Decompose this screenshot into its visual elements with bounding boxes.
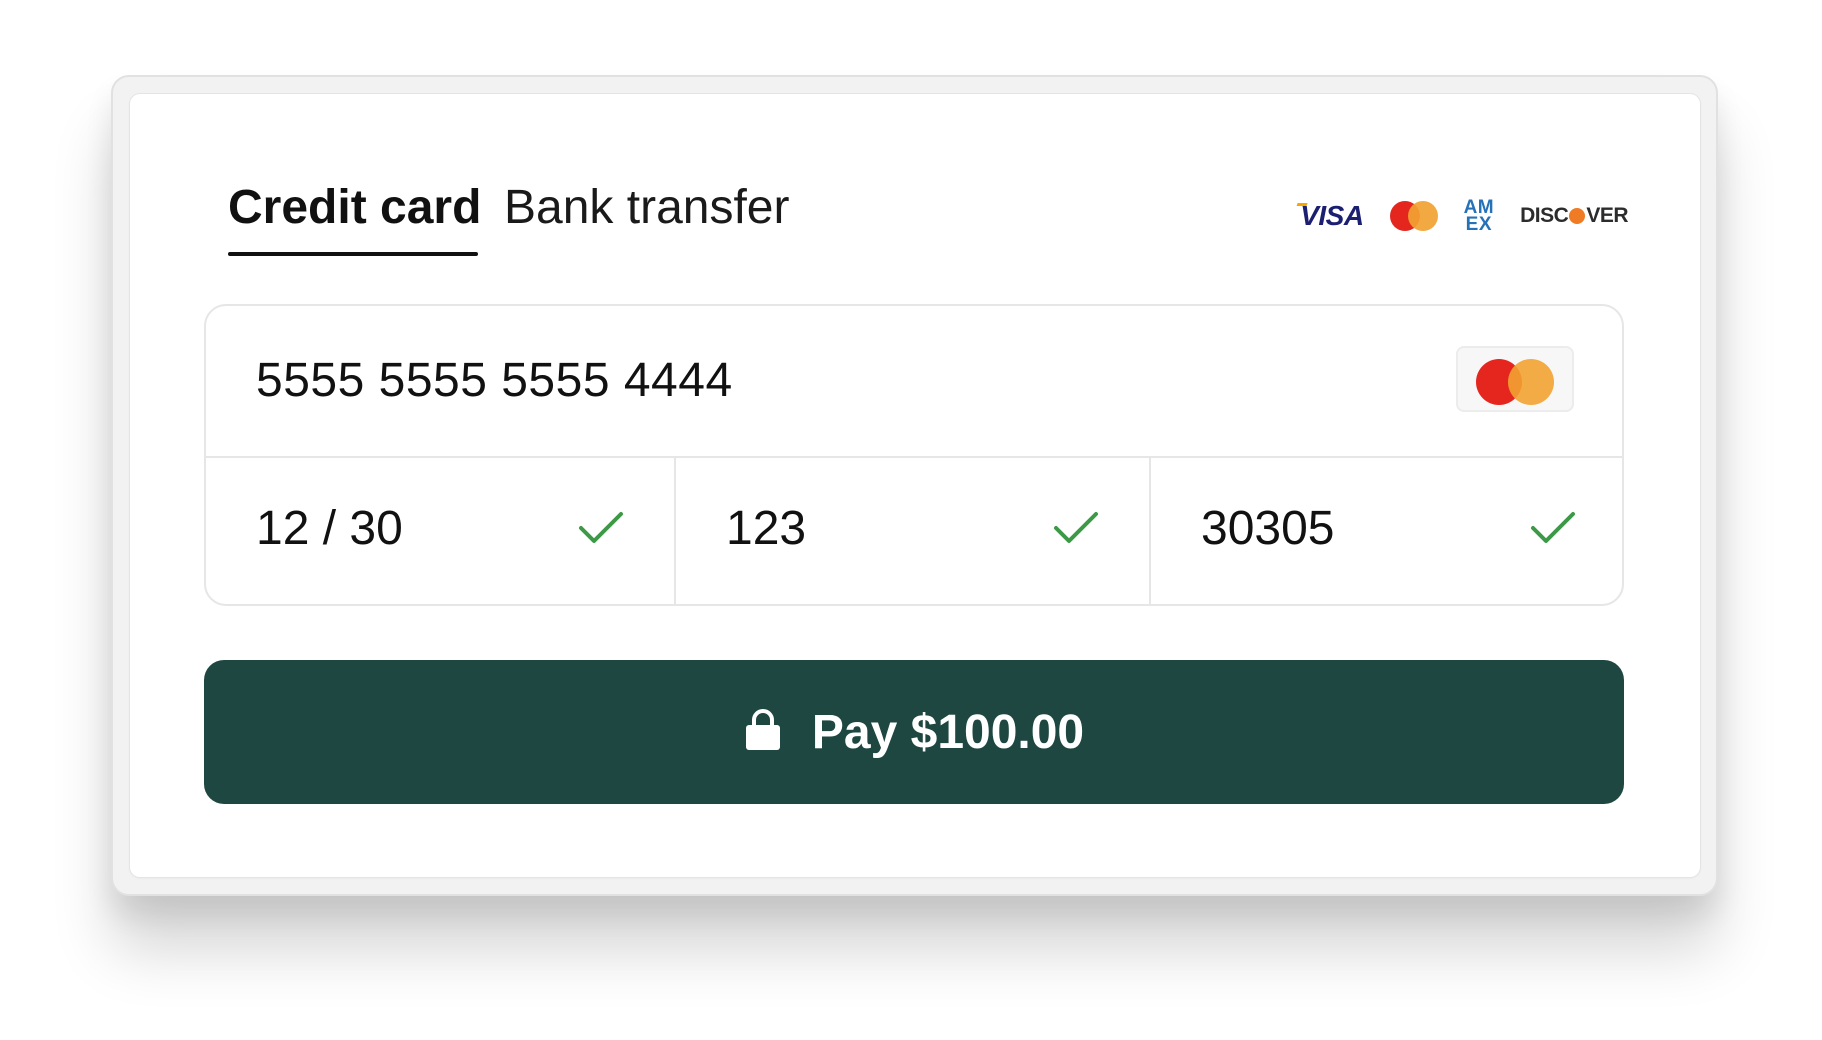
postal-code-field <box>1151 458 1622 604</box>
postal-code-input[interactable] <box>1201 498 1501 558</box>
expiry-field <box>206 458 676 604</box>
discover-text-start: DISC <box>1520 204 1569 227</box>
expiry-input[interactable] <box>256 498 556 558</box>
visa-logo-icon: VISA <box>1300 200 1364 231</box>
cvc-field <box>676 458 1151 604</box>
payment-card: Credit card Bank transfer VISA AM EX DIS… <box>130 94 1700 877</box>
amex-line-2: EX <box>1465 214 1493 235</box>
card-number-row <box>206 306 1622 458</box>
discover-logo-icon: DISC VER <box>1520 204 1628 228</box>
card-number-input[interactable] <box>256 350 1256 410</box>
check-icon <box>1531 512 1575 543</box>
mastercard-logo-icon <box>1476 359 1556 405</box>
card-details-group <box>204 304 1624 606</box>
tab-credit-card[interactable]: Credit card <box>228 178 481 238</box>
check-icon <box>579 512 623 543</box>
active-tab-indicator <box>228 252 478 256</box>
lock-icon <box>745 709 780 750</box>
discover-text-end: VER <box>1586 204 1628 227</box>
cvc-input[interactable] <box>726 498 1026 558</box>
tab-bank-transfer[interactable]: Bank transfer <box>504 178 789 238</box>
pay-button[interactable]: Pay $100.00 <box>204 660 1624 804</box>
pay-button-label: Pay $100.00 <box>811 705 1085 759</box>
amex-logo-icon: AM EX <box>1464 198 1495 235</box>
detected-card-brand <box>1456 346 1574 412</box>
accepted-brands: VISA AM EX DISC VER <box>1300 194 1628 238</box>
check-icon <box>1054 512 1098 543</box>
mastercard-logo-icon <box>1389 201 1438 231</box>
